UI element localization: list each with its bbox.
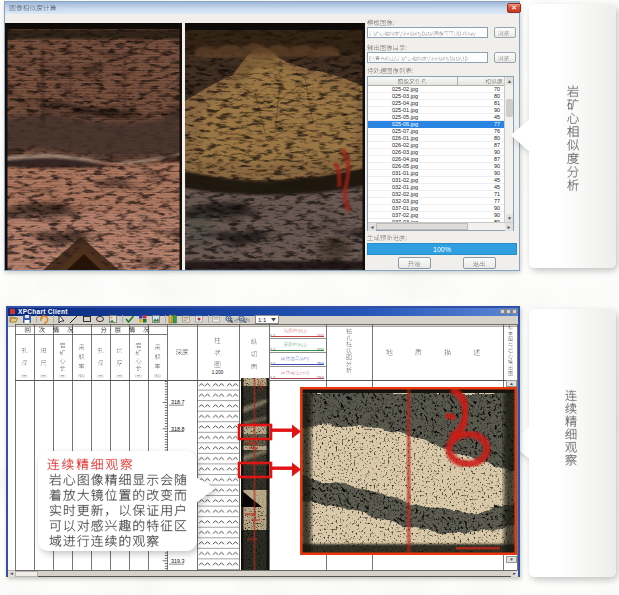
svg-text:318.7: 318.7 bbox=[171, 399, 185, 405]
svg-text:318.8: 318.8 bbox=[171, 426, 185, 432]
